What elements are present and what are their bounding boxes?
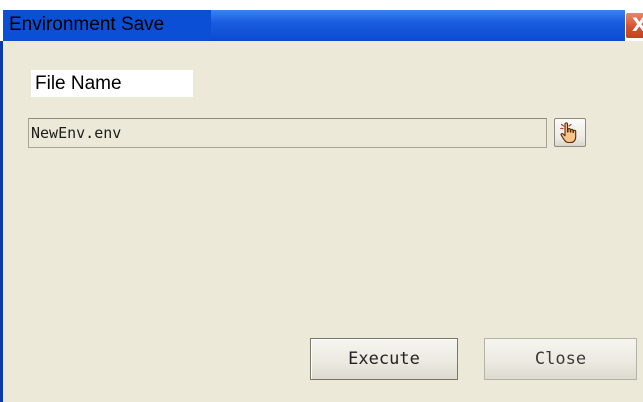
title-bar: Environment Save X — [0, 0, 643, 41]
file-name-label: File Name — [31, 70, 193, 97]
window-title: Environment Save — [9, 14, 165, 35]
close-button[interactable]: Close — [484, 338, 637, 380]
title-bar-gradient — [211, 10, 625, 41]
execute-button[interactable]: Execute — [310, 338, 458, 380]
file-name-input[interactable] — [28, 118, 547, 148]
pointing-hand-icon — [560, 122, 577, 144]
environment-save-dialog: Environment Save X File Name Execute Clo… — [0, 0, 643, 402]
browse-button[interactable] — [554, 118, 586, 147]
window-close-icon[interactable]: X — [625, 12, 643, 39]
